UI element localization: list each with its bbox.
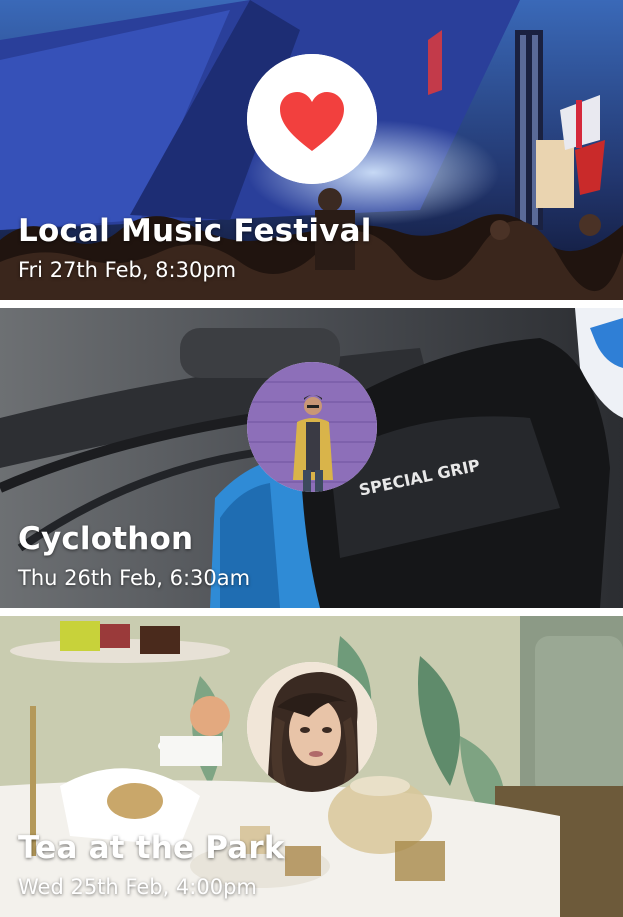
- avatar-woman-icon: [247, 662, 377, 792]
- host-avatar[interactable]: [247, 662, 377, 792]
- favorite-badge[interactable]: [247, 54, 377, 184]
- event-date: Fri 27th Feb, 8:30pm: [18, 258, 237, 282]
- event-feed: Local Music Festival Fri 27th Feb, 8:30p…: [0, 0, 623, 917]
- host-avatar[interactable]: [247, 362, 377, 492]
- event-card-music-festival[interactable]: Local Music Festival Fri 27th Feb, 8:30p…: [0, 0, 623, 300]
- event-date: Wed 25th Feb, 4:00pm: [18, 875, 257, 899]
- heart-icon: [247, 54, 377, 184]
- event-card-tea-party[interactable]: Tea at the Park Wed 25th Feb, 4:00pm: [0, 616, 623, 917]
- event-title: Cyclothon: [18, 521, 194, 557]
- event-card-cyclothon[interactable]: SPECIAL GRIP Cyclothon Thu 26th Feb, 6:3…: [0, 308, 623, 608]
- avatar-man-icon: [247, 362, 377, 492]
- event-title: Local Music Festival: [18, 213, 372, 249]
- event-date: Thu 26th Feb, 6:30am: [18, 566, 251, 590]
- event-title: Tea at the Park: [18, 830, 285, 866]
